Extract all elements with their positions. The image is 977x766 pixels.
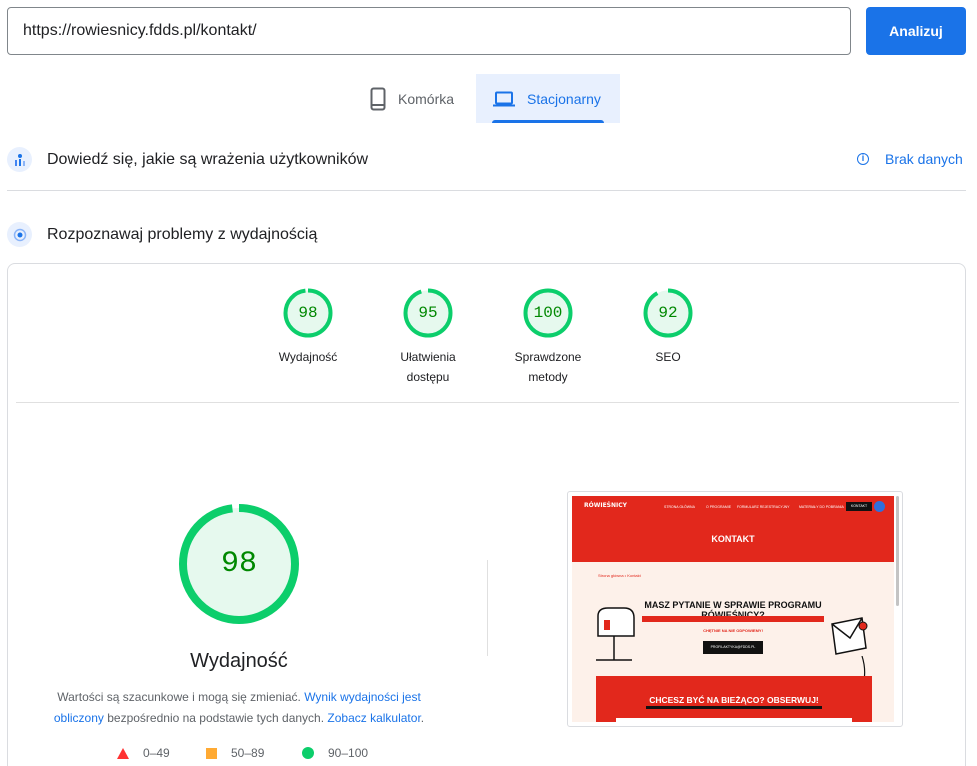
category-score: 95 [418,304,438,322]
legend-average: 50–89 [206,746,264,760]
legend-fail: 0–49 [117,746,170,760]
thumbnail-scrollbar [896,496,899,606]
card-divider [16,402,959,403]
site-follow-panel [616,718,852,722]
site-follow-title: CHCESZ BYĆ NA BIEŻĄCO? OBSERWUJ! [649,695,819,705]
site-highlight [642,616,824,622]
category-score: 100 [533,304,563,322]
no-data-link[interactable]: i Brak danych [857,151,963,167]
laptop-icon [493,91,515,106]
site-logo: RÓWIEŚNICY [584,502,627,509]
vertical-divider [487,560,488,656]
no-data-label: Brak danych [885,151,963,167]
site-follow-banner: CHCESZ BYĆ NA BIEŻĄCO? OBSERWUJ! [596,676,872,722]
category-gauge-best-practices[interactable]: 100 Sprawdzone metody [498,288,598,387]
tab-desktop[interactable]: Stacjonarny [476,74,620,123]
site-breadcrumb: Strona główna • Kontakt [598,573,641,578]
site-nav-item: FORMULARZ REJESTRACYJNY [737,505,790,509]
performance-gauge: 98 [179,504,299,624]
category-label: Wydajność [278,350,338,364]
envelope-icon [831,617,868,655]
smartphone-icon [370,87,386,110]
mailbox-icon [596,607,635,661]
site-nav-item: STRONA GŁÓWNA [664,505,695,509]
circle-icon [302,747,314,759]
accessibility-icon [874,501,885,512]
url-input[interactable] [7,7,851,55]
performance-title: Wydajność [190,650,288,672]
report-card: 98 Wydajność 95 Ułatwienia dostępu 100 Sp… [7,263,966,766]
category-gauge-accessibility[interactable]: 95 Ułatwienia dostępu [378,288,478,387]
info-icon: i [857,153,869,165]
site-nav-item: MATERIAŁY DO POBRANIA [799,505,844,509]
category-gauge-seo[interactable]: 92 SEO [618,288,718,367]
performance-disclaimer: Wartości są szacunkowe i mogą się zmieni… [53,690,425,725]
calculator-link[interactable]: Zobacz kalkulator [327,711,420,725]
category-label: SEO [655,350,681,364]
field-data-heading: Dowiedź się, jakie są wrażenia użytkowni… [7,147,368,172]
tab-mobile-label: Komórka [398,90,455,107]
category-gauge-performance[interactable]: 98 Wydajność [258,288,358,367]
site-hero: RÓWIEŚNICY STRONA GŁÓWNA O PROGRAMIE FOR… [572,496,894,562]
tab-selected-indicator [492,120,604,123]
site-nav-button: KONTAKT [846,502,872,511]
users-chart-icon [7,147,32,172]
category-label: Sprawdzone metody [514,350,582,384]
final-screenshot[interactable]: RÓWIEŚNICY STRONA GŁÓWNA O PROGRAMIE FOR… [567,491,903,727]
tab-mobile[interactable]: Komórka [356,74,476,123]
site-subtext: CHĘTNIE NA NIE ODPOWIEMY! [703,628,763,633]
triangle-icon [117,747,129,759]
legend-pass: 90–100 [302,746,368,760]
category-label: Ułatwienia dostępu [400,350,456,384]
category-score: 92 [658,304,678,322]
section-divider [7,190,966,191]
site-follow-underline [646,706,822,709]
site-email-button: PROFILAKTYKA@FDDS.PL [703,641,763,654]
square-icon [206,747,217,759]
category-score: 98 [298,304,318,322]
site-hero-title: KONTAKT [711,534,755,544]
analyze-button[interactable]: Analizuj [866,7,966,55]
performance-score: 98 [220,547,257,581]
tab-desktop-label: Stacjonarny [527,90,601,107]
lab-data-title: Rozpoznawaj problemy z wydajnością [47,225,318,243]
field-data-title: Dowiedź się, jakie są wrażenia użytkowni… [47,150,369,168]
lab-data-heading: Rozpoznawaj problemy z wydajnością [7,222,317,247]
site-nav-item: O PROGRAMIE [706,505,732,509]
diagnose-icon [7,222,32,247]
